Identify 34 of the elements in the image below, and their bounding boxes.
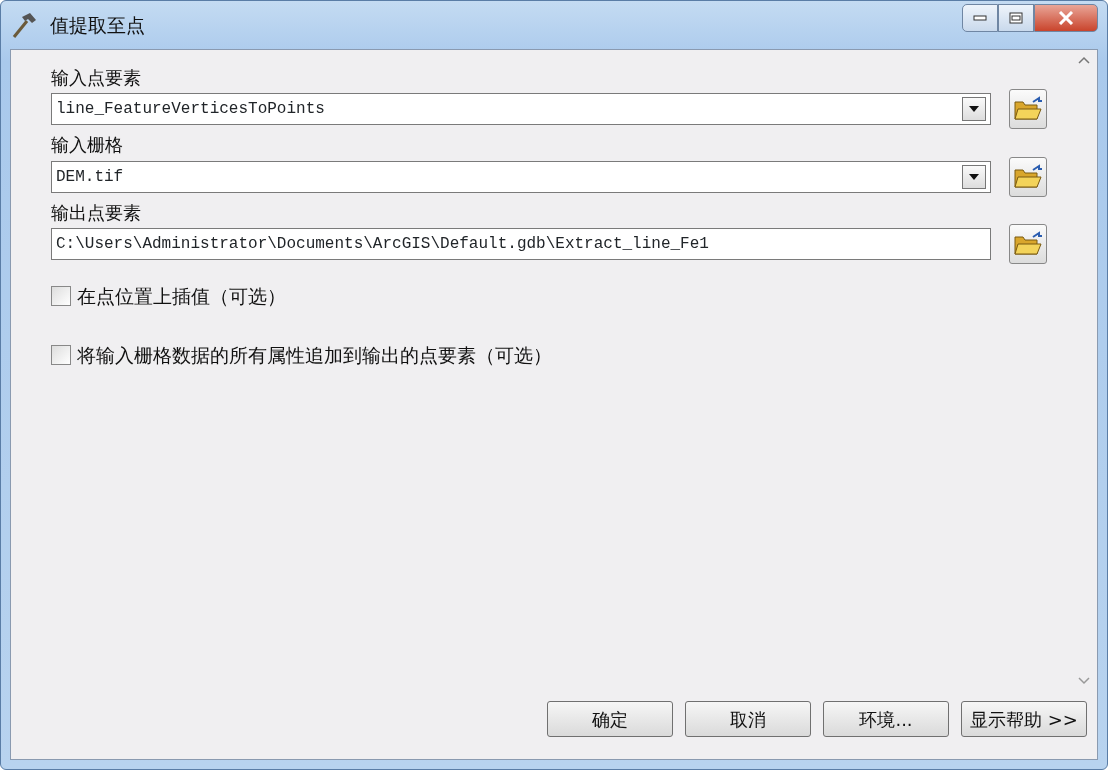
hammer-icon: [10, 11, 38, 39]
dropdown-field[interactable]: line_FeatureVerticesToPoints: [51, 93, 991, 126]
scroll-down-icon[interactable]: [1078, 677, 1090, 685]
browse-button[interactable]: [1009, 156, 1047, 197]
ok-button[interactable]: 确定: [547, 701, 673, 737]
caret-icon: [969, 106, 979, 113]
folder-icon: [1013, 231, 1043, 258]
minimize-button[interactable]: [962, 4, 998, 32]
show-help-button[interactable]: 显示帮助 >>: [961, 701, 1087, 737]
maximize-button[interactable]: [998, 4, 1034, 32]
caret-icon: [969, 173, 979, 180]
minimize-icon: [973, 15, 987, 21]
scroll-up-icon[interactable]: [1078, 56, 1090, 64]
dropdown-field[interactable]: DEM.tif: [51, 160, 991, 193]
dropdown-button[interactable]: [962, 164, 986, 189]
browse-button[interactable]: [1009, 224, 1047, 265]
field-label: 输入栅格: [51, 133, 124, 157]
input-field[interactable]: C:\Users\Administrator\Documents\ArcGIS\Default.gdb\Extract_line_Fe1: [51, 228, 991, 261]
browse-button[interactable]: [1009, 89, 1047, 130]
environments-button[interactable]: 环境...: [823, 701, 949, 737]
checkbox[interactable]: [51, 286, 71, 307]
checkbox-label: 将输入栅格数据的所有属性追加到输出的点要素（可选）: [77, 342, 552, 368]
checkbox-label: 在点位置上插值（可选）: [77, 284, 286, 310]
window-title: 值提取至点: [50, 12, 145, 38]
dropdown-button[interactable]: [962, 97, 986, 122]
close-icon: [1058, 11, 1074, 25]
folder-icon: [1013, 96, 1043, 123]
field-label: 输入点要素: [51, 66, 142, 90]
maximize-icon: [1009, 12, 1023, 24]
folder-icon: [1013, 163, 1043, 190]
cancel-button[interactable]: 取消: [685, 701, 811, 737]
field-label: 输出点要素: [51, 200, 142, 225]
checkbox[interactable]: [51, 344, 71, 365]
close-button[interactable]: [1034, 4, 1098, 32]
